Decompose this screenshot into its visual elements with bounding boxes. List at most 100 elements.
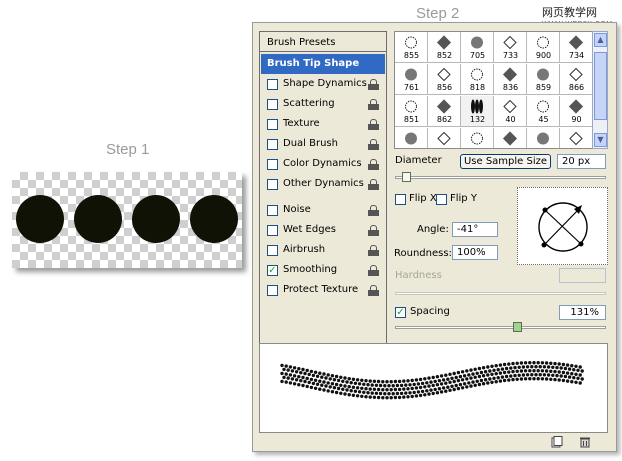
scroll-up-icon[interactable]: ▲ (594, 33, 607, 47)
scroll-thumb[interactable] (594, 52, 607, 120)
stroke-dot (410, 394, 414, 399)
brush-preset-cell[interactable] (461, 128, 494, 148)
stroke-dot (297, 375, 301, 379)
brush-preset-cell[interactable] (395, 128, 428, 148)
trash-icon[interactable] (579, 436, 591, 448)
brush-tip-shape-item[interactable]: Brush Tip Shape (261, 54, 385, 74)
brush-preset-cell[interactable]: 855 (395, 32, 428, 63)
roundness-field[interactable]: 100% (452, 245, 498, 260)
lock-icon[interactable] (368, 225, 379, 236)
stroke-dot (435, 391, 440, 395)
use-sample-size-button[interactable]: Use Sample Size (460, 154, 551, 169)
angle-field[interactable]: -41° (452, 222, 498, 237)
brush-preset-cell[interactable] (428, 128, 461, 148)
option-label: Airbrush (283, 244, 326, 255)
option-airbrush[interactable]: Airbrush (260, 242, 386, 260)
grid-scrollbar[interactable]: ▲ ▼ (592, 31, 608, 149)
stroke-preview-dots (280, 361, 584, 400)
brush-preset-cell[interactable]: 856 (428, 64, 461, 95)
option-checkbox[interactable] (267, 285, 278, 296)
brush-preset-cell[interactable]: 859 (527, 64, 560, 95)
option-checkbox[interactable]: ✓ (267, 265, 278, 276)
brush-presets-item[interactable]: Brush Presets (260, 32, 386, 52)
lock-icon[interactable] (368, 179, 379, 190)
option-dual-brush[interactable]: Dual Brush (260, 136, 386, 154)
option-protect-texture[interactable]: Protect Texture (260, 282, 386, 300)
stroke-dot (441, 386, 446, 390)
step2-title: Step 2 (416, 5, 460, 22)
lock-icon[interactable] (368, 285, 379, 296)
brush-preset-cell[interactable]: 45 (527, 96, 560, 127)
option-wet-edges[interactable]: Wet Edges (260, 222, 386, 240)
lock-icon[interactable] (368, 245, 379, 256)
stroke-dot (347, 393, 351, 397)
brush-preset-cell[interactable]: 851 (395, 96, 428, 127)
brush-preset-cell[interactable]: 900 (527, 32, 560, 63)
option-checkbox[interactable] (267, 99, 278, 110)
option-checkbox[interactable] (267, 159, 278, 170)
option-noise[interactable]: Noise (260, 202, 386, 220)
brush-preset-cell[interactable]: 818 (461, 64, 494, 95)
lock-icon[interactable] (368, 139, 379, 150)
brush-preset-cell[interactable]: 132 (461, 96, 494, 127)
spacing-checkbox[interactable]: ✓ (395, 307, 406, 318)
stroke-dot (301, 367, 305, 372)
lock-icon[interactable] (368, 119, 379, 130)
spacing-slider[interactable] (395, 326, 606, 329)
angle-roundness-preview[interactable] (517, 187, 608, 265)
flip-y-checkbox[interactable] (436, 194, 447, 205)
stroke-dot (570, 364, 574, 368)
option-smoothing[interactable]: ✓ Smoothing (260, 262, 386, 280)
brush-preset-cell[interactable]: 705 (461, 32, 494, 63)
stroke-dot (452, 371, 456, 376)
option-checkbox[interactable] (267, 139, 278, 150)
option-other-dynamics[interactable]: Other Dynamics (260, 176, 386, 194)
option-scattering[interactable]: Scattering (260, 96, 386, 114)
scroll-down-icon[interactable]: ▼ (594, 133, 607, 147)
lock-icon[interactable] (368, 265, 379, 276)
stroke-dot (500, 375, 505, 379)
brush-preset-cell[interactable]: 40 (494, 96, 527, 127)
lock-icon[interactable] (368, 79, 379, 90)
spacing-field[interactable]: 131% (559, 305, 606, 320)
option-color-dynamics[interactable]: Color Dynamics (260, 156, 386, 174)
spacing-slider-thumb[interactable] (513, 322, 523, 332)
brush-preset-cell[interactable]: 734 (560, 32, 592, 63)
brush-preset-cell[interactable]: 90 (560, 96, 592, 127)
stroke-dot (370, 383, 374, 387)
stroke-dot (280, 379, 284, 384)
lock-icon[interactable] (368, 159, 379, 170)
hardness-label: Hardness (395, 270, 442, 281)
new-preset-icon[interactable] (551, 436, 563, 448)
diameter-slider-thumb[interactable] (401, 172, 411, 182)
brush-preset-cell[interactable]: 836 (494, 64, 527, 95)
stroke-dot (404, 383, 408, 387)
stroke-dot (395, 391, 400, 396)
option-checkbox[interactable] (267, 225, 278, 236)
brush-preset-cell[interactable]: 866 (560, 64, 592, 95)
lock-icon[interactable] (368, 99, 379, 110)
diameter-slider[interactable] (395, 176, 606, 179)
diameter-field[interactable]: 20 px (557, 154, 606, 169)
stroke-dot (402, 387, 406, 391)
option-texture[interactable]: Texture (260, 116, 386, 134)
option-checkbox[interactable] (267, 245, 278, 256)
option-shape-dynamics[interactable]: Shape Dynamics (260, 76, 386, 94)
brush-preset-cell[interactable] (494, 128, 527, 148)
diameter-label: Diameter (395, 155, 442, 166)
stroke-dot (423, 377, 427, 381)
brush-preset-cell[interactable]: 733 (494, 32, 527, 63)
option-checkbox[interactable] (267, 205, 278, 216)
lock-icon[interactable] (368, 205, 379, 216)
option-checkbox[interactable] (267, 119, 278, 130)
flip-x-label: Flip X (409, 193, 437, 204)
brush-preset-cell[interactable] (527, 128, 560, 148)
stroke-dot (534, 365, 538, 369)
brush-preset-cell[interactable]: 852 (428, 32, 461, 63)
brush-preset-cell[interactable]: 761 (395, 64, 428, 95)
brush-preset-cell[interactable]: 862 (428, 96, 461, 127)
option-checkbox[interactable] (267, 179, 278, 190)
brush-preset-cell[interactable] (560, 128, 592, 148)
option-checkbox[interactable] (267, 79, 278, 90)
flip-x-checkbox[interactable] (395, 194, 406, 205)
